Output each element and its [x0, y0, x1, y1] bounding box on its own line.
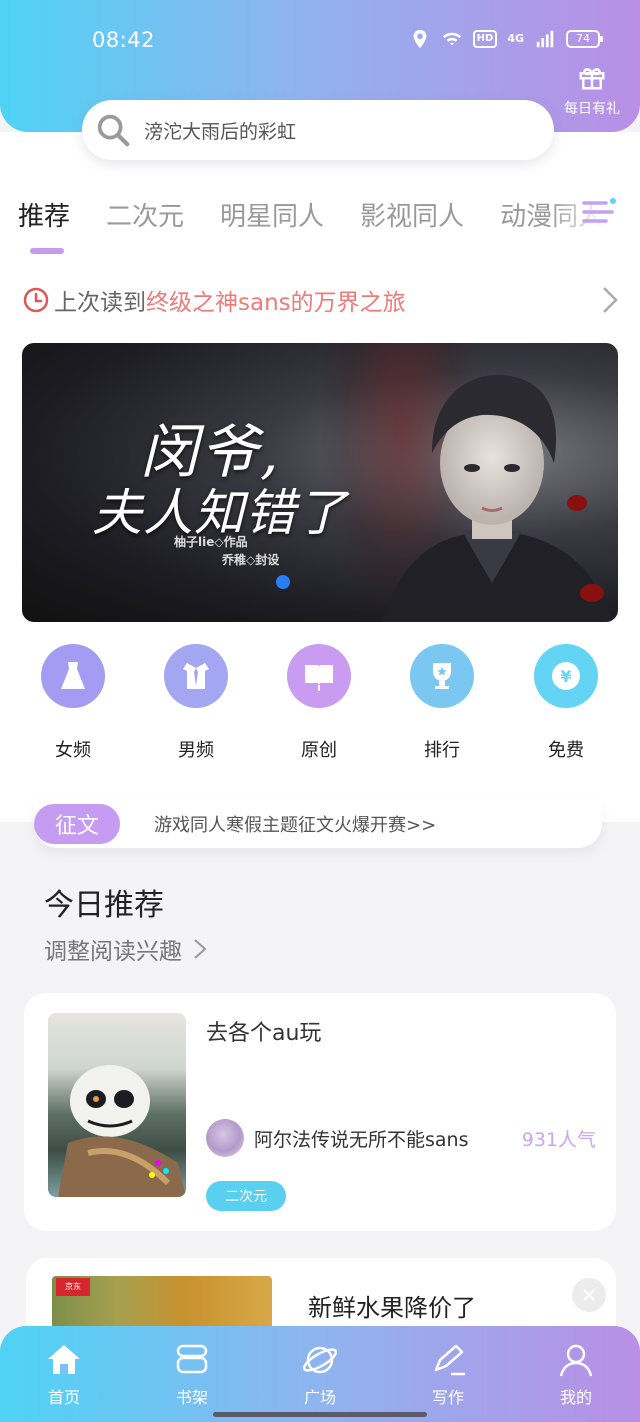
- contest-announcement[interactable]: 征文 游戏同人寒假主题征文火爆开赛>>: [34, 800, 602, 848]
- nav-square[interactable]: 广场: [275, 1340, 365, 1408]
- nav-label: 广场: [303, 1388, 336, 1407]
- status-time: 08:42: [92, 28, 156, 52]
- search-input[interactable]: 滂沱大雨后的彩虹: [144, 117, 296, 144]
- network-badge: 4G: [507, 32, 524, 45]
- shirt-icon: [183, 663, 209, 689]
- category-label: 女频: [55, 740, 91, 761]
- contest-text[interactable]: 游戏同人寒假主题征文火爆开赛>>: [154, 811, 436, 837]
- close-icon: [583, 1289, 595, 1301]
- coin-icon: ¥: [552, 662, 580, 690]
- category-label: 免费: [548, 740, 584, 761]
- hd-badge: HD: [472, 30, 498, 48]
- book-cover-art: [58, 1065, 186, 1197]
- adjust-interest-link[interactable]: 调整阅读兴趣: [44, 932, 208, 966]
- book-author-row: 阿尔法传说无所不能sans 931人气: [206, 1119, 596, 1157]
- ad-logo: 京东: [56, 1278, 90, 1296]
- tab-recommend[interactable]: 推荐: [18, 196, 70, 233]
- active-tab-indicator: [30, 248, 64, 254]
- chevron-right-icon: [194, 939, 207, 959]
- location-icon: [413, 29, 427, 49]
- nav-write[interactable]: 写作: [403, 1340, 493, 1408]
- pen-icon: [434, 1344, 466, 1376]
- banner-portrait-image: [382, 374, 612, 622]
- app-screen: 08:42 HD 4G 74 每日有礼 滂沱大雨后的彩虹 推荐 二次元 明星同人…: [0, 0, 640, 1422]
- tab-menu-icon[interactable]: [582, 194, 618, 230]
- ad-title[interactable]: 新鲜水果降价了: [308, 1288, 476, 1323]
- banner-cover-credit: 乔稚◇封设: [222, 553, 280, 567]
- daily-gift-button[interactable]: 每日有礼: [560, 62, 624, 118]
- home-icon: [48, 1345, 80, 1374]
- category-tabs: 推荐 二次元 明星同人 影视同人 动漫同人: [0, 186, 640, 256]
- last-read-prefix: 上次读到: [54, 290, 146, 316]
- book-author[interactable]: 阿尔法传说无所不能sans: [254, 1125, 522, 1152]
- search-icon: [97, 114, 130, 147]
- category-label: 原创: [301, 740, 337, 761]
- wifi-icon: [442, 32, 461, 46]
- svg-text:¥: ¥: [560, 667, 571, 686]
- status-bar: 08:42 HD 4G 74: [0, 0, 640, 82]
- category-label: 男频: [178, 740, 214, 761]
- tab-film[interactable]: 影视同人: [360, 196, 464, 233]
- user-icon: [559, 1344, 593, 1377]
- tab-celebrity[interactable]: 明星同人: [220, 196, 324, 233]
- book-tag[interactable]: 二次元: [206, 1181, 286, 1211]
- last-read-title[interactable]: 终级之神sans的万界之旅: [146, 283, 406, 317]
- category-ranking[interactable]: 排行: [392, 644, 492, 762]
- avatar[interactable]: [206, 1119, 244, 1157]
- ad-close-button[interactable]: [572, 1278, 606, 1312]
- gift-icon: [579, 68, 605, 90]
- dress-icon: [61, 662, 85, 689]
- search-bar[interactable]: 滂沱大雨后的彩虹: [82, 100, 554, 160]
- clock-icon: [23, 287, 49, 313]
- battery-indicator: 74: [566, 30, 603, 48]
- nav-label: 书架: [175, 1388, 208, 1407]
- category-male[interactable]: 男频: [146, 644, 246, 762]
- nav-bookshelf[interactable]: 书架: [147, 1340, 237, 1408]
- tab-2d[interactable]: 二次元: [106, 196, 184, 233]
- nav-me[interactable]: 我的: [531, 1340, 621, 1408]
- contest-badge: 征文: [34, 804, 120, 844]
- category-original[interactable]: 原创: [269, 644, 369, 762]
- book-card[interactable]: 去各个au玩 阿尔法传说无所不能sans 931人气 二次元: [24, 993, 616, 1231]
- bottom-navigation: 首页 书架 广场 写作 我的: [0, 1326, 640, 1422]
- category-female[interactable]: 女频: [23, 644, 123, 762]
- nav-label: 首页: [47, 1388, 80, 1407]
- banner-author: 柚子lie◇作品: [174, 535, 248, 549]
- last-read-banner[interactable]: 上次读到 终级之神sans的万界之旅: [22, 280, 622, 320]
- nav-label: 我的: [559, 1388, 592, 1407]
- banner-carousel[interactable]: 闵爷, 夫人知错了 柚子lie◇作品 乔稚◇封设: [22, 343, 618, 622]
- status-icons: HD 4G 74: [409, 28, 603, 50]
- today-recommend-title: 今日推荐: [44, 888, 164, 923]
- adjust-interest-label: 调整阅读兴趣: [44, 939, 182, 965]
- chevron-right-icon[interactable]: [598, 284, 622, 316]
- nav-label: 写作: [431, 1388, 464, 1407]
- category-shortcuts: 女频 男频 原创 排行 ¥ 免费: [0, 644, 640, 764]
- signal-icon: [536, 30, 554, 48]
- book-title[interactable]: 去各个au玩: [206, 1015, 321, 1047]
- book-icon: [305, 665, 333, 691]
- nav-home[interactable]: 首页: [19, 1340, 109, 1408]
- carousel-indicator-dot[interactable]: [276, 575, 290, 589]
- trophy-icon: [433, 663, 451, 689]
- book-popularity: 931人气: [521, 1128, 596, 1151]
- daily-gift-label: 每日有礼: [564, 101, 620, 117]
- category-free[interactable]: ¥ 免费: [516, 644, 616, 762]
- home-indicator[interactable]: [213, 1412, 427, 1417]
- bookshelf-icon: [176, 1344, 208, 1374]
- category-label: 排行: [424, 740, 460, 761]
- book-cover-image[interactable]: [48, 1013, 186, 1197]
- planet-icon: [302, 1346, 338, 1374]
